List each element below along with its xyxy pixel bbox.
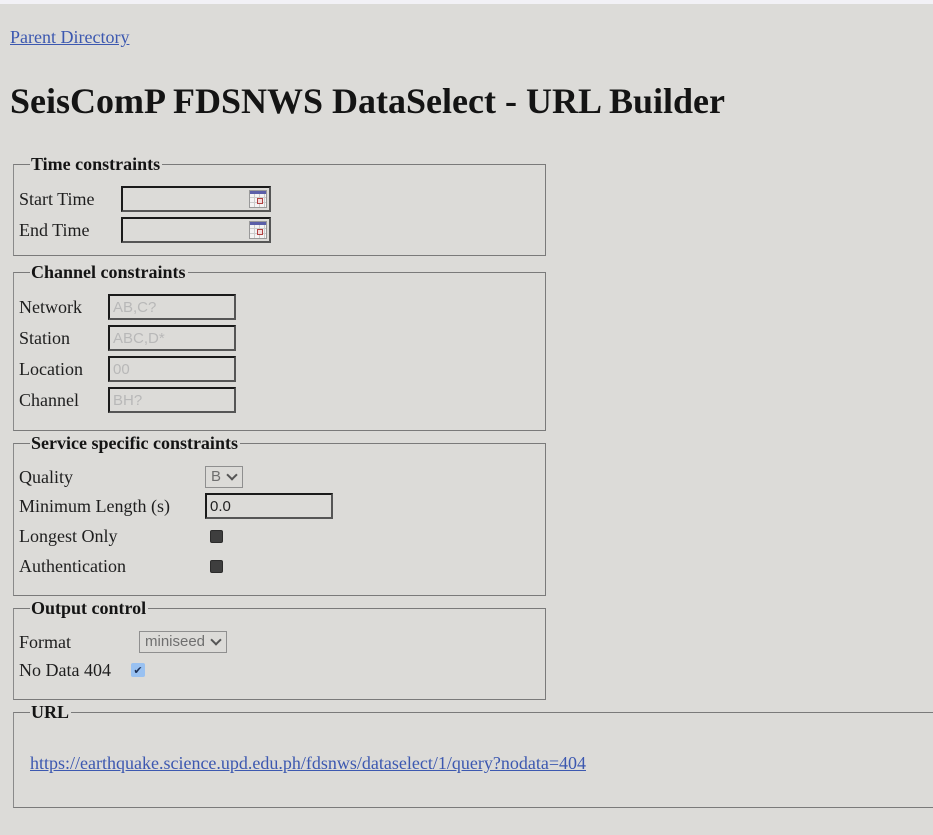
authentication-label: Authentication [19,556,126,576]
quality-row: Quality B [19,466,244,488]
calendar-icon[interactable] [249,190,267,208]
network-label: Network [19,297,82,317]
authentication-row: Authentication [19,556,223,576]
time-constraints-legend: Time constraints [31,154,161,174]
location-label: Location [19,359,83,379]
output-control-legend: Output control [31,598,147,618]
end-time-label: End Time [19,220,90,240]
format-label: Format [19,632,71,652]
chevron-down-icon [226,469,238,481]
quality-select[interactable]: B [205,466,244,488]
longest-only-checkbox[interactable] [210,529,223,543]
format-row: Format miniseed [19,631,228,653]
minimum-length-input[interactable] [205,493,333,519]
channel-label: Channel [19,390,79,410]
minimum-length-label: Minimum Length (s) [19,496,170,516]
start-time-row: Start Time [19,186,271,212]
parent-directory-link[interactable]: Parent Directory [10,27,129,48]
location-row: Location [19,356,236,382]
no-data-404-checkbox[interactable]: ✔ [131,663,145,677]
longest-only-row: Longest Only [19,526,223,546]
no-data-404-row: No Data 404 ✔ [19,660,145,680]
service-constraints-legend: Service specific constraints [31,433,238,453]
location-input[interactable] [108,356,236,382]
network-row: Network [19,294,236,320]
authentication-checkbox[interactable] [210,559,223,573]
channel-constraints-legend: Channel constraints [31,262,186,282]
start-time-label: Start Time [19,189,95,209]
start-time-input[interactable] [121,186,271,212]
end-time-row: End Time [19,217,271,243]
longest-only-label: Longest Only [19,526,118,546]
station-input[interactable] [108,325,236,351]
station-row: Station [19,325,236,351]
end-time-input[interactable] [121,217,271,243]
channel-input[interactable] [108,387,236,413]
quality-selected-value: B [211,468,222,485]
format-selected-value: miniseed [145,633,206,650]
no-data-404-label: No Data 404 [19,660,111,680]
station-label: Station [19,328,71,348]
channel-row: Channel [19,387,236,413]
minimum-length-row: Minimum Length (s) [19,493,333,519]
generated-url-link[interactable]: https://earthquake.science.upd.edu.ph/fd… [30,753,586,774]
url-legend: URL [31,702,70,722]
quality-label: Quality [19,467,73,487]
checkmark-icon: ✔ [133,663,143,677]
chevron-down-icon [210,634,222,646]
network-input[interactable] [108,294,236,320]
calendar-icon[interactable] [249,221,267,239]
format-select[interactable]: miniseed [139,631,228,653]
page-title: SeisComP FDSNWS DataSelect - URL Builder [10,81,725,121]
